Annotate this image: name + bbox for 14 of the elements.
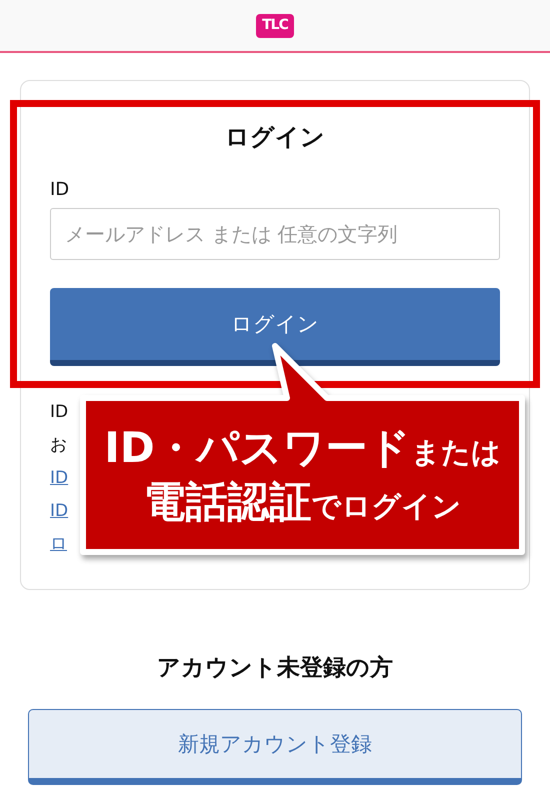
- register-title: アカウント未登録の方: [156, 654, 394, 683]
- callout-text: ID・パスワード または: [104, 424, 501, 472]
- help-link[interactable]: ID: [50, 466, 68, 490]
- login-title: ログイン: [224, 122, 326, 153]
- register-button[interactable]: 新規アカウント登録: [28, 709, 522, 785]
- logo: TLC: [256, 14, 294, 38]
- info-text: お: [50, 434, 67, 457]
- callout-text: 電話認証でログイン: [144, 478, 462, 526]
- login-button[interactable]: ログイン: [50, 288, 500, 366]
- id-input-field[interactable]: メールアドレス または 任意の文字列: [50, 208, 500, 260]
- help-link[interactable]: ロ: [50, 532, 67, 556]
- help-link[interactable]: ID: [50, 499, 68, 523]
- info-text: ID: [50, 401, 68, 424]
- id-label: ID: [50, 179, 70, 200]
